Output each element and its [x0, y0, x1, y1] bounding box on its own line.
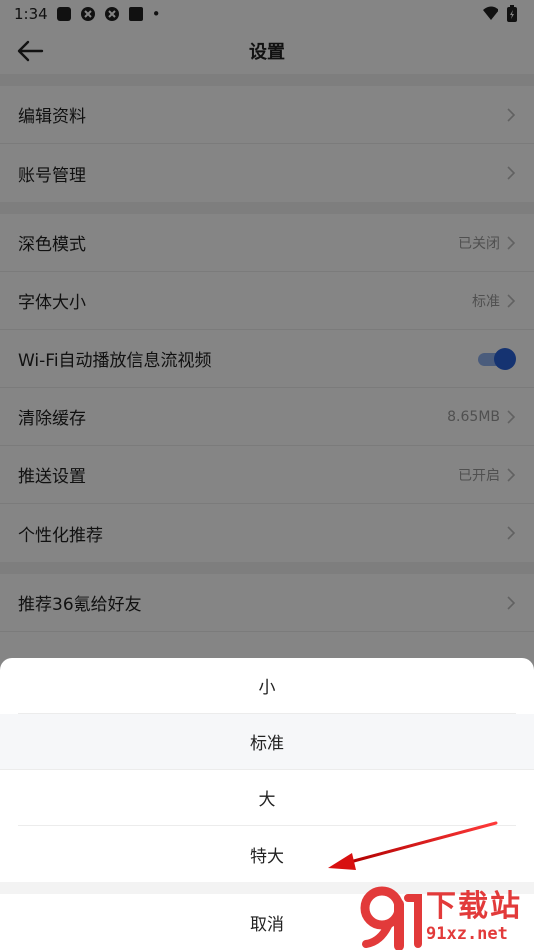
watermark: 下载站 91xz.net — [358, 884, 534, 950]
font-option-small[interactable]: 小 — [18, 658, 516, 714]
watermark-domain: 91xz.net — [426, 924, 508, 944]
font-option-extra-large[interactable]: 特大 — [18, 826, 516, 882]
watermark-logo — [360, 886, 422, 950]
font-option-large[interactable]: 大 — [18, 770, 516, 826]
font-option-standard[interactable]: 标准 — [0, 714, 534, 770]
watermark-brand: 下载站 — [426, 889, 522, 924]
